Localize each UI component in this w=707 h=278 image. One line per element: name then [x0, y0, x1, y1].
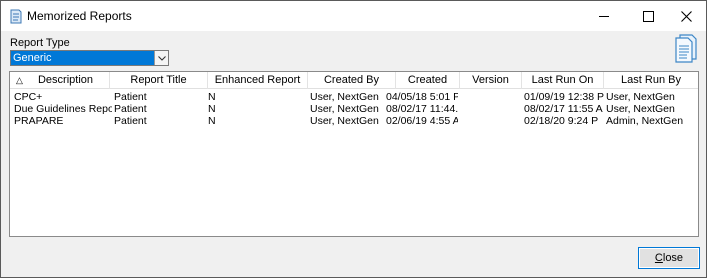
close-icon — [680, 10, 692, 22]
column-header-created-by[interactable]: Created By — [308, 72, 396, 89]
cell-report-title: Patient — [114, 115, 147, 127]
cell-created: 02/06/19 4:55 A — [386, 115, 458, 127]
cell-last-run-by: User, NextGen — [606, 103, 675, 115]
cell-enhanced-report: N — [208, 115, 216, 127]
memorized-reports-window: Memorized Reports Report Type Generic △ … — [0, 0, 707, 278]
cell-enhanced-report: N — [208, 103, 216, 115]
column-header-label: Enhanced Report — [214, 74, 301, 86]
column-header-label: Description — [37, 74, 94, 86]
column-header-label: Created By — [323, 74, 380, 86]
report-type-select[interactable]: Generic — [10, 50, 169, 66]
column-header-created[interactable]: Created — [396, 72, 460, 89]
cell-enhanced-report: N — [208, 91, 216, 103]
sort-ascending-icon: △ — [16, 75, 23, 85]
column-header-description[interactable]: △ Description — [10, 72, 110, 89]
cell-description: PRAPARE — [14, 115, 64, 127]
memorized-report-icon — [675, 34, 697, 63]
cell-created: 08/02/17 11:44... — [386, 103, 458, 115]
cell-last-run-by: Admin, NextGen — [606, 115, 684, 127]
column-header-last-run-by[interactable]: Last Run By — [604, 72, 698, 89]
reports-list[interactable]: △ Description Report Title Enhanced Repo… — [9, 71, 699, 237]
document-icon — [10, 9, 22, 24]
column-header-label: Created — [407, 74, 448, 86]
cell-version — [462, 103, 522, 115]
report-type-label: Report Type — [10, 37, 70, 49]
cell-last-run-on: 02/18/20 9:24 P — [524, 115, 599, 127]
cell-version — [462, 91, 522, 103]
maximize-button[interactable] — [631, 1, 665, 31]
close-button-accelerator: C — [654, 252, 663, 264]
maximize-icon — [642, 10, 654, 22]
cell-version — [462, 115, 522, 127]
column-header-label: Last Run On — [531, 74, 594, 86]
column-header-last-run-on[interactable]: Last Run On — [522, 72, 604, 89]
minimize-icon — [598, 15, 609, 17]
cell-created: 04/05/18 5:01 P — [386, 91, 458, 103]
report-type-value: Generic — [11, 51, 154, 65]
list-header: △ Description Report Title Enhanced Repo… — [10, 72, 698, 89]
cell-created-by: User, NextGen — [310, 115, 379, 127]
window-title: Memorized Reports — [27, 9, 132, 23]
cell-last-run-on: 08/02/17 11:55 A — [524, 103, 603, 115]
cell-last-run-by: User, NextGen — [606, 91, 675, 103]
title-bar[interactable]: Memorized Reports — [1, 1, 706, 31]
table-row[interactable]: PRAPARE Patient N User, NextGen 02/06/19… — [10, 115, 698, 127]
column-header-label: Report Title — [130, 74, 187, 86]
column-header-label: Version — [472, 74, 509, 86]
minimize-button[interactable] — [587, 1, 621, 31]
table-row[interactable]: CPC+ Patient N User, NextGen 04/05/18 5:… — [10, 91, 698, 103]
close-window-button[interactable] — [669, 1, 703, 31]
cell-created-by: User, NextGen — [310, 103, 379, 115]
cell-report-title: Patient — [114, 103, 147, 115]
chevron-down-icon[interactable] — [154, 51, 168, 65]
table-row[interactable]: Due Guidelines Report Patient N User, Ne… — [10, 103, 698, 115]
close-button[interactable]: Close — [638, 247, 700, 269]
column-header-label: Last Run By — [621, 74, 681, 86]
cell-description: CPC+ — [14, 91, 43, 103]
cell-report-title: Patient — [114, 91, 147, 103]
cell-last-run-on: 01/09/19 12:38 P — [524, 91, 604, 103]
cell-created-by: User, NextGen — [310, 91, 379, 103]
close-button-label: lose — [662, 252, 684, 264]
column-header-version[interactable]: Version — [460, 72, 522, 89]
column-header-report-title[interactable]: Report Title — [110, 72, 208, 89]
column-header-enhanced-report[interactable]: Enhanced Report — [208, 72, 308, 89]
cell-description: Due Guidelines Report — [14, 103, 112, 115]
